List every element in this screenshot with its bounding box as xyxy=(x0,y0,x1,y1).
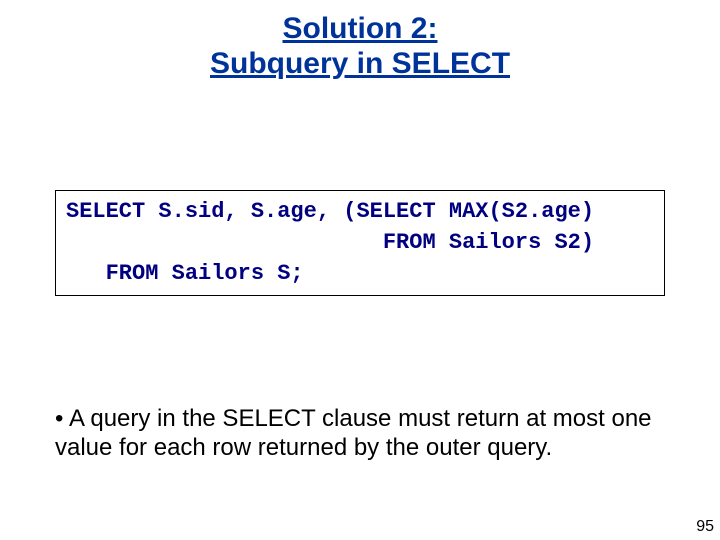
title-line-2: Subquery in SELECT xyxy=(210,47,510,80)
code-line-1: SELECT S.sid, S.age, (SELECT MAX(S2.age) xyxy=(66,197,654,228)
bullet-text: A query in the SELECT clause must return… xyxy=(55,405,652,461)
sql-code-box: SELECT S.sid, S.age, (SELECT MAX(S2.age)… xyxy=(55,190,665,296)
bullet-marker: • xyxy=(55,405,69,434)
code-line-3: FROM Sailors S; xyxy=(66,259,654,290)
code-line-2: FROM Sailors S2) xyxy=(66,228,654,259)
title-line-1: Solution 2: xyxy=(283,12,438,45)
bullet-point: •A query in the SELECT clause must retur… xyxy=(55,405,660,463)
slide: Solution 2: Subquery in SELECT SELECT S.… xyxy=(0,0,720,540)
page-number: 95 xyxy=(696,518,714,536)
slide-title: Solution 2: Subquery in SELECT xyxy=(0,0,720,81)
